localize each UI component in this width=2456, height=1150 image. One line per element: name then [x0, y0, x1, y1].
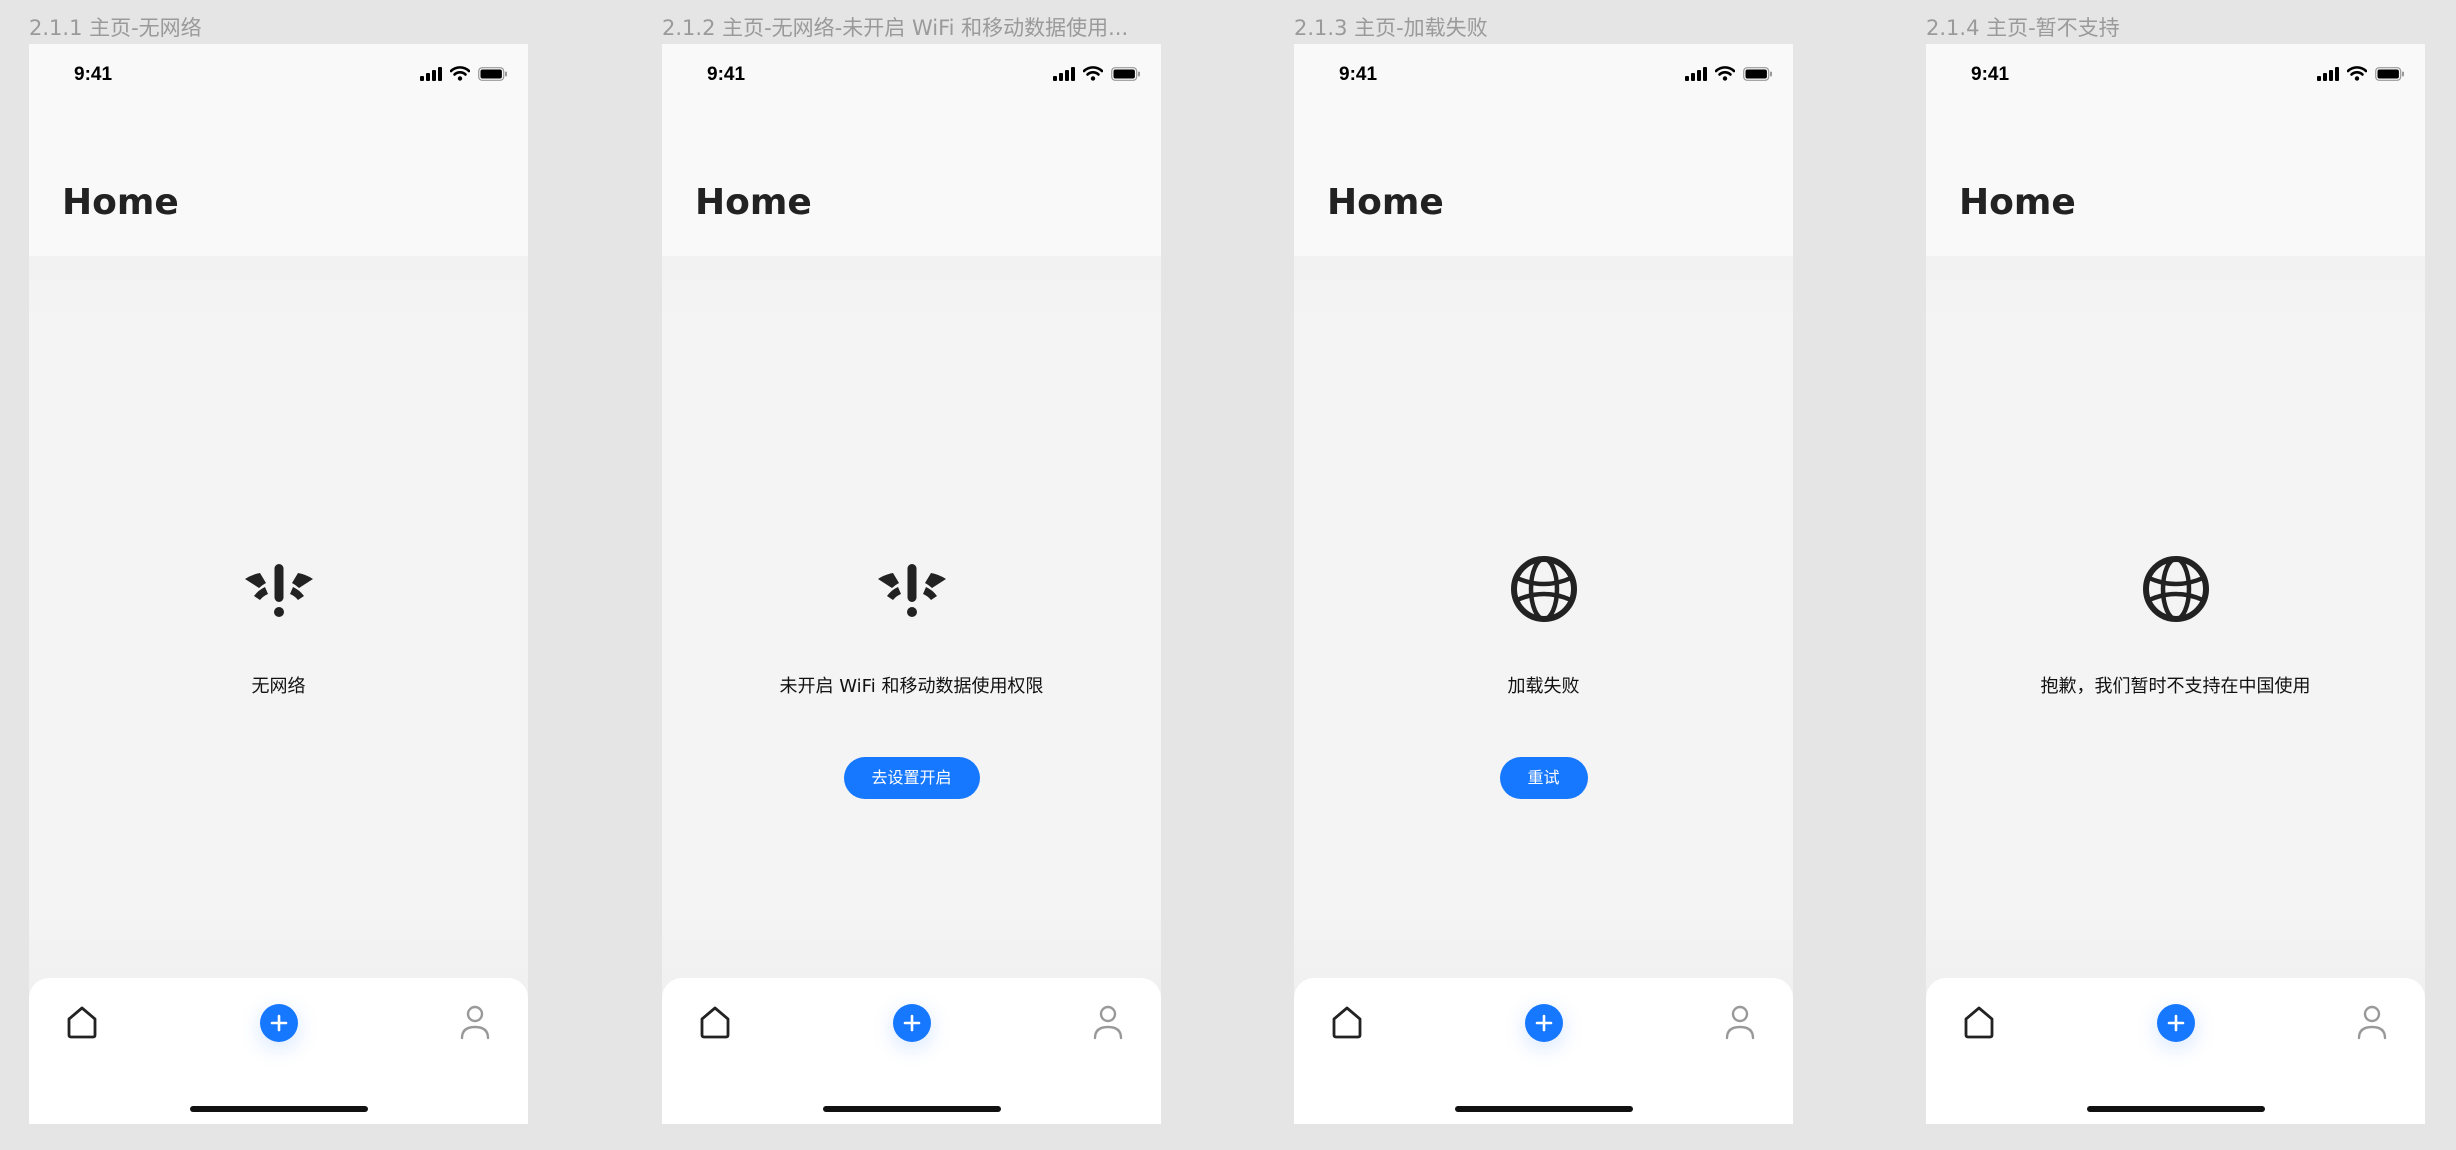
- battery-icon: [1743, 66, 1772, 81]
- page-title: Home: [1959, 182, 2076, 223]
- home-icon[interactable]: [1327, 1002, 1367, 1042]
- wifi-off-icon: [244, 564, 313, 617]
- status-time: 9:41: [74, 64, 113, 85]
- add-icon: [2167, 1014, 2184, 1032]
- home-icon[interactable]: [62, 1002, 102, 1042]
- status-bar: 9:41: [29, 44, 528, 114]
- home-indicator: [2086, 1106, 2265, 1112]
- profile-icon[interactable]: [1720, 1002, 1760, 1042]
- status-time: 9:41: [707, 64, 746, 85]
- content-area: 加载失败 重试: [1294, 256, 1793, 1024]
- wifi-status-icon: [450, 66, 470, 81]
- profile-icon[interactable]: [1088, 1002, 1128, 1042]
- open-settings-button[interactable]: 去设置开启: [843, 757, 980, 799]
- battery-icon: [478, 66, 507, 81]
- page-title: Home: [62, 182, 179, 223]
- add-button[interactable]: [892, 1004, 931, 1042]
- tab-bar: [1294, 978, 1793, 1124]
- profile-icon[interactable]: [455, 1002, 495, 1042]
- frame-title: 2.1.1 主页-无网络: [29, 16, 202, 40]
- globe-icon: [1510, 556, 1577, 622]
- add-icon: [270, 1014, 287, 1032]
- wifi-off-icon: [877, 564, 946, 617]
- tab-bar: [29, 978, 528, 1124]
- frame-title: 2.1.3 主页-加载失败: [1294, 16, 1488, 40]
- wifi-status-icon: [1083, 66, 1103, 81]
- home-indicator: [822, 1106, 1001, 1112]
- add-icon: [903, 1014, 920, 1032]
- nav-header: Home: [1294, 114, 1793, 256]
- profile-icon[interactable]: [2352, 1002, 2392, 1042]
- content-area: 无网络: [29, 256, 528, 1024]
- tab-bar: [1926, 978, 2425, 1124]
- content-area: 抱歉，我们暂时不支持在中国使用: [1926, 256, 2425, 1024]
- status-bar: 9:41: [1926, 44, 2425, 114]
- add-button[interactable]: [1524, 1004, 1563, 1042]
- status-bar: 9:41: [662, 44, 1161, 114]
- add-button[interactable]: [259, 1004, 298, 1042]
- retry-button[interactable]: 重试: [1499, 757, 1588, 799]
- frame-title: 2.1.2 主页-无网络-未开启 WiFi 和移动数据使用...: [662, 16, 1129, 40]
- globe-icon: [2142, 556, 2209, 622]
- add-icon: [1535, 1014, 1552, 1032]
- home-icon[interactable]: [695, 1002, 735, 1042]
- battery-icon: [2375, 66, 2404, 81]
- home-icon[interactable]: [1959, 1002, 1999, 1042]
- add-button[interactable]: [2156, 1004, 2195, 1042]
- wifi-status-icon: [2347, 66, 2367, 81]
- status-time: 9:41: [1971, 64, 2010, 85]
- cellular-signal-icon: [1685, 66, 1707, 81]
- state-message: 抱歉，我们暂时不支持在中国使用: [2040, 676, 2311, 697]
- phone-screen-no-permission: 9:41 Home 未开启 WiFi 和移动数据使用权限 去设置开启: [662, 44, 1161, 1124]
- frame-title: 2.1.4 主页-暂不支持: [1926, 16, 2120, 40]
- cellular-signal-icon: [420, 66, 442, 81]
- status-bar: 9:41: [1294, 44, 1793, 114]
- home-indicator: [1454, 1106, 1633, 1112]
- state-message: 加载失败: [1507, 676, 1580, 697]
- status-time: 9:41: [1339, 64, 1378, 85]
- battery-icon: [1111, 66, 1140, 81]
- state-message: 未开启 WiFi 和移动数据使用权限: [779, 676, 1044, 697]
- tab-bar: [662, 978, 1161, 1124]
- home-indicator: [189, 1106, 368, 1112]
- wifi-status-icon: [1715, 66, 1735, 81]
- nav-header: Home: [1926, 114, 2425, 256]
- cellular-signal-icon: [2317, 66, 2339, 81]
- phone-screen-no-network: 9:41 Home 无网络: [29, 44, 528, 1124]
- nav-header: Home: [662, 114, 1161, 256]
- nav-header: Home: [29, 114, 528, 256]
- page-title: Home: [1327, 182, 1444, 223]
- phone-screen-load-failed: 9:41 Home 加载失败 重试: [1294, 44, 1793, 1124]
- cellular-signal-icon: [1053, 66, 1075, 81]
- phone-screen-unsupported: 9:41 Home 抱歉，我们暂时不支持在中国使用: [1926, 44, 2425, 1124]
- page-title: Home: [695, 182, 812, 223]
- state-message: 无网络: [251, 676, 306, 697]
- content-area: 未开启 WiFi 和移动数据使用权限 去设置开启: [662, 256, 1161, 1024]
